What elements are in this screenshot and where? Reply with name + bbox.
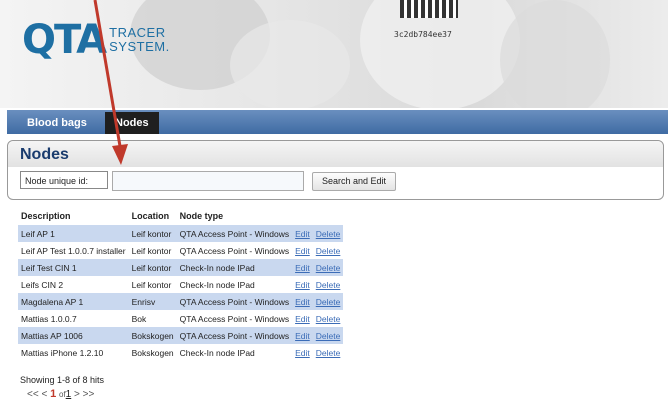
annotation-arrow (93, 0, 128, 165)
arrow-head-icon (112, 144, 128, 165)
arrow-shaft (93, 0, 123, 153)
